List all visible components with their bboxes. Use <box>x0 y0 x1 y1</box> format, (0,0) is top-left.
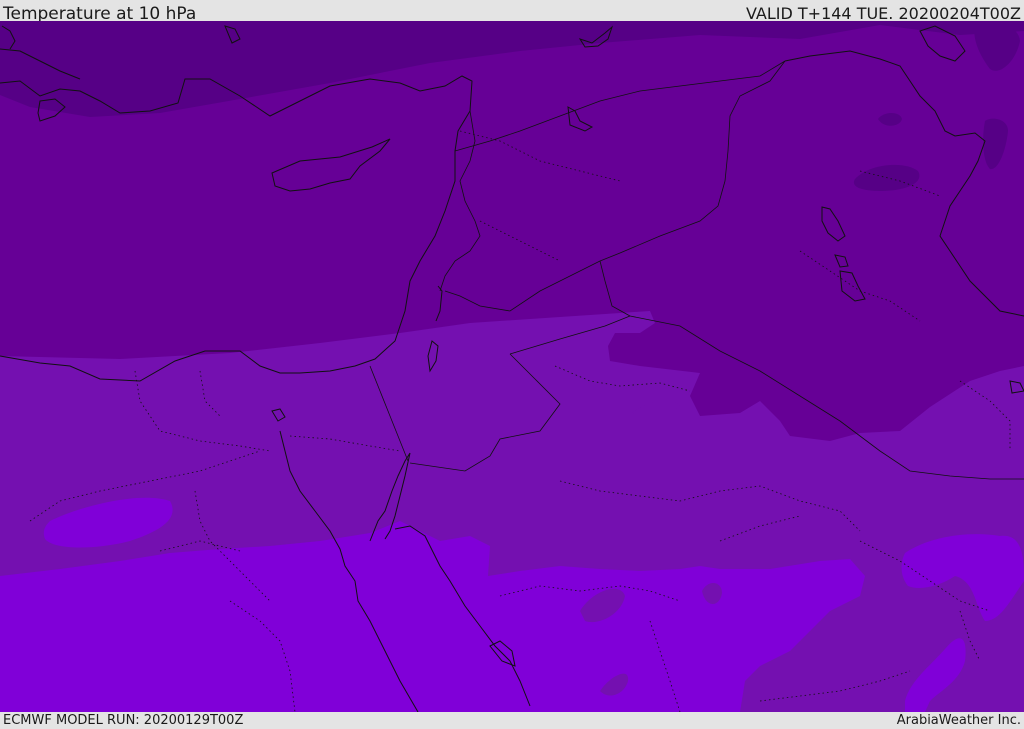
footer-bar: ECMWF MODEL RUN: 20200129T00Z ArabiaWeat… <box>0 712 1024 729</box>
model-run-label: ECMWF MODEL RUN: 20200129T00Z <box>3 713 244 728</box>
temperature-map[interactable] <box>0 21 1024 712</box>
header-bar: Temperature at 10 hPa VALID T+144 TUE. 2… <box>0 0 1024 24</box>
credit-label: ArabiaWeather Inc. <box>896 713 1021 728</box>
